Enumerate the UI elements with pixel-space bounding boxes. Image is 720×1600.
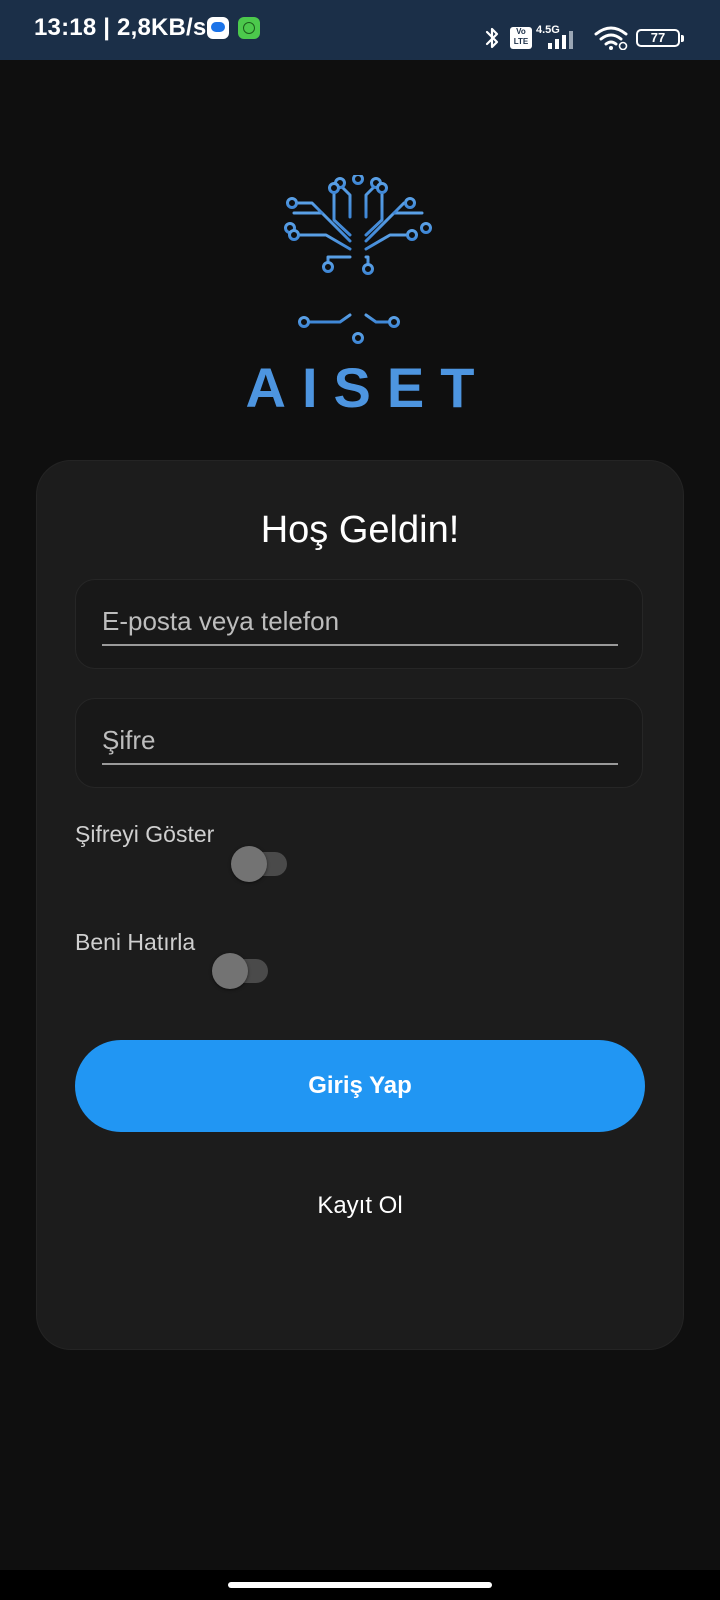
register-link[interactable]: Kayıt Ol	[37, 1191, 683, 1221]
status-time-speed: 13:18 | 2,8KB/s	[34, 14, 207, 41]
signal-strength-icon	[548, 31, 573, 49]
message-notification-icon	[207, 17, 229, 39]
password-input[interactable]	[102, 717, 618, 765]
wifi-icon	[594, 26, 628, 50]
remember-me-toggle[interactable]	[212, 953, 268, 989]
login-card: Hoş Geldin! Şifreyi Göster Beni Hatırla …	[37, 461, 683, 1349]
status-bar: 13:18 | 2,8KB/s Vo LTE 4.5G 77	[0, 0, 720, 60]
login-screen: 13:18 | 2,8KB/s Vo LTE 4.5G 77 AISET Hoş…	[0, 0, 720, 1600]
volte-badge: Vo LTE	[510, 27, 532, 49]
email-input[interactable]	[102, 598, 618, 646]
login-button[interactable]: Giriş Yap	[75, 1040, 645, 1132]
toggle-thumb	[212, 953, 248, 989]
navigation-bar	[0, 1570, 720, 1600]
circuit-tree-logo-icon	[284, 175, 432, 344]
show-password-label: Şifreyi Göster	[75, 821, 215, 847]
app-notification-icon	[238, 17, 260, 39]
password-field-container	[75, 698, 643, 788]
remember-me-label: Beni Hatırla	[75, 929, 196, 955]
bluetooth-icon	[485, 27, 499, 49]
welcome-title: Hoş Geldin!	[260, 509, 460, 551]
toggle-thumb	[231, 846, 267, 882]
email-field-container	[75, 579, 643, 669]
home-indicator[interactable]	[228, 1582, 492, 1588]
show-password-toggle[interactable]	[231, 846, 287, 882]
battery-indicator: 77	[636, 29, 684, 47]
brand-name: AISET	[245, 356, 491, 419]
